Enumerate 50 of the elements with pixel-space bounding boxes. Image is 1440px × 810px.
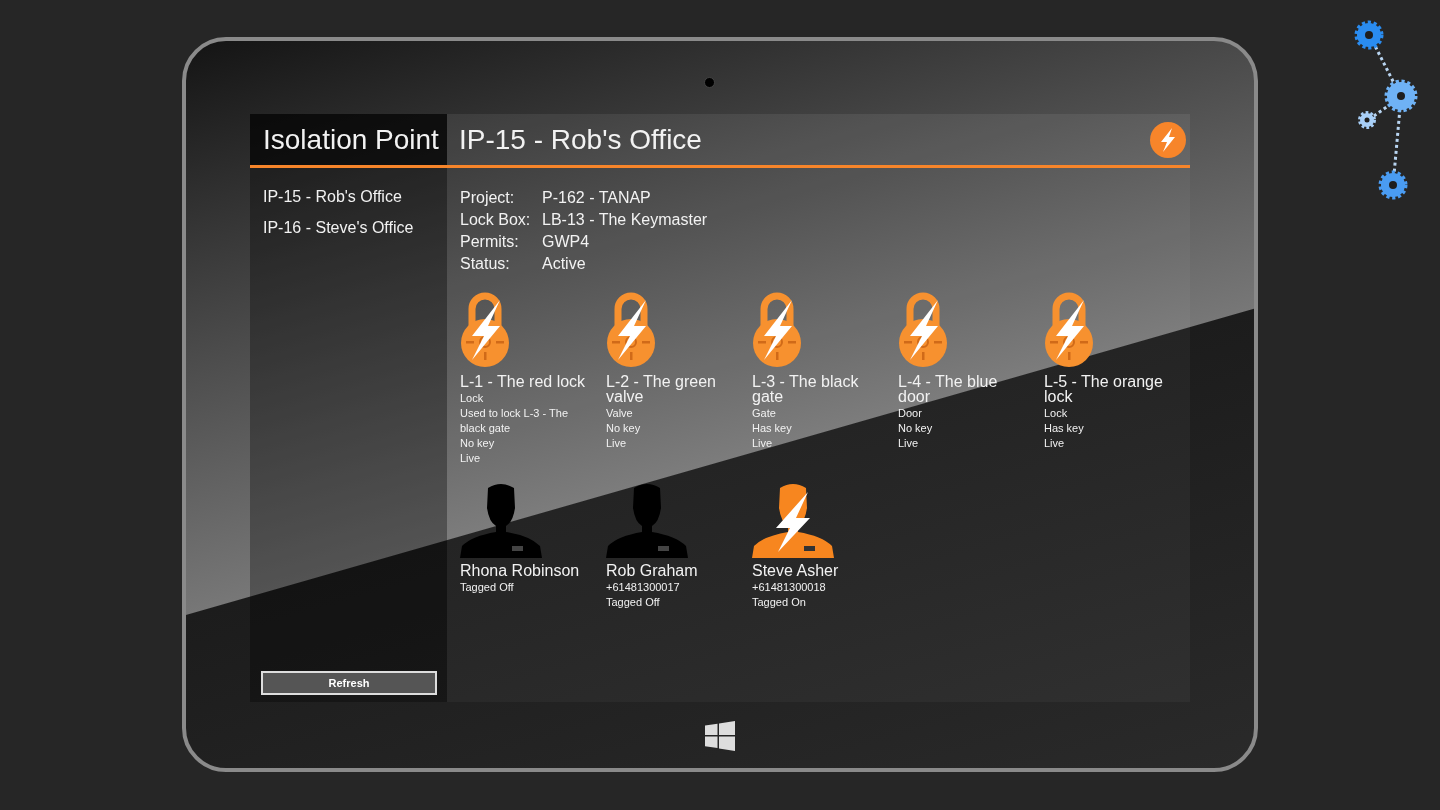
lock-detail: No key — [606, 421, 642, 436]
detail-label: Lock Box: — [460, 210, 532, 230]
person-detail: Tagged Off — [460, 580, 515, 595]
detail-label: Permits: — [460, 232, 520, 252]
lock-detail: Live — [898, 436, 920, 451]
detail-value: Active — [542, 254, 587, 274]
person-detail: Tagged On — [752, 595, 807, 610]
detail-value: P-162 - TANAP — [542, 188, 652, 208]
person-detail: +61481300018 — [752, 580, 827, 595]
detail-value: GWP4 — [542, 232, 591, 252]
lock-title: L-4 - The blue door — [898, 374, 999, 404]
lock-detail: Used to lock L-3 - The black gate — [460, 406, 569, 436]
lock-detail: No key — [460, 436, 496, 451]
sidebar-item[interactable]: IP-15 - Rob's Office — [263, 188, 447, 206]
lock-detail: Lock — [460, 391, 485, 406]
padlock-icon — [1044, 292, 1094, 368]
lock-detail: Live — [1044, 436, 1066, 451]
padlock-icon — [460, 292, 510, 368]
lock-detail: Has key — [1044, 421, 1085, 436]
person-name: Rhona Robinson — [460, 563, 581, 578]
padlock-icon — [606, 292, 656, 368]
lock-title: L-5 - The orange lock — [1044, 374, 1164, 404]
sidebar-item[interactable]: IP-16 - Steve's Office — [263, 219, 447, 237]
person-detail: +61481300017 — [606, 580, 681, 595]
lock-detail: Live — [752, 436, 774, 451]
camera-icon — [703, 77, 715, 88]
lock-title: L-3 - The black gate — [752, 374, 860, 404]
lock-title: L-2 - The green valve — [606, 374, 717, 404]
detail-label: Project: — [460, 188, 516, 208]
detail-label: Status: — [460, 254, 511, 274]
lock-detail: Live — [460, 451, 482, 466]
person-name: Steve Asher — [752, 563, 840, 578]
lock-detail: Gate — [752, 406, 777, 421]
lock-detail: Door — [898, 406, 923, 421]
lock-title: L-1 - The red lock — [460, 374, 587, 389]
person-name: Rob Graham — [606, 563, 699, 578]
lock-detail: Has key — [752, 421, 793, 436]
refresh-button[interactable]: Refresh — [261, 671, 437, 695]
lock-detail: Lock — [1044, 406, 1069, 421]
padlock-icon — [752, 292, 802, 368]
lock-detail: Valve — [606, 406, 634, 421]
person-detail: Tagged Off — [606, 595, 661, 610]
windows-logo-icon[interactable] — [705, 721, 735, 751]
padlock-icon — [898, 292, 948, 368]
detail-value: LB-13 - The Keymaster — [542, 210, 709, 230]
app-title: Isolation Point — [263, 123, 439, 156]
page-title: IP-15 - Rob's Office — [459, 123, 702, 156]
lock-detail: No key — [898, 421, 934, 436]
lightning-button[interactable] — [1150, 121, 1186, 158]
lock-detail: Live — [606, 436, 628, 451]
